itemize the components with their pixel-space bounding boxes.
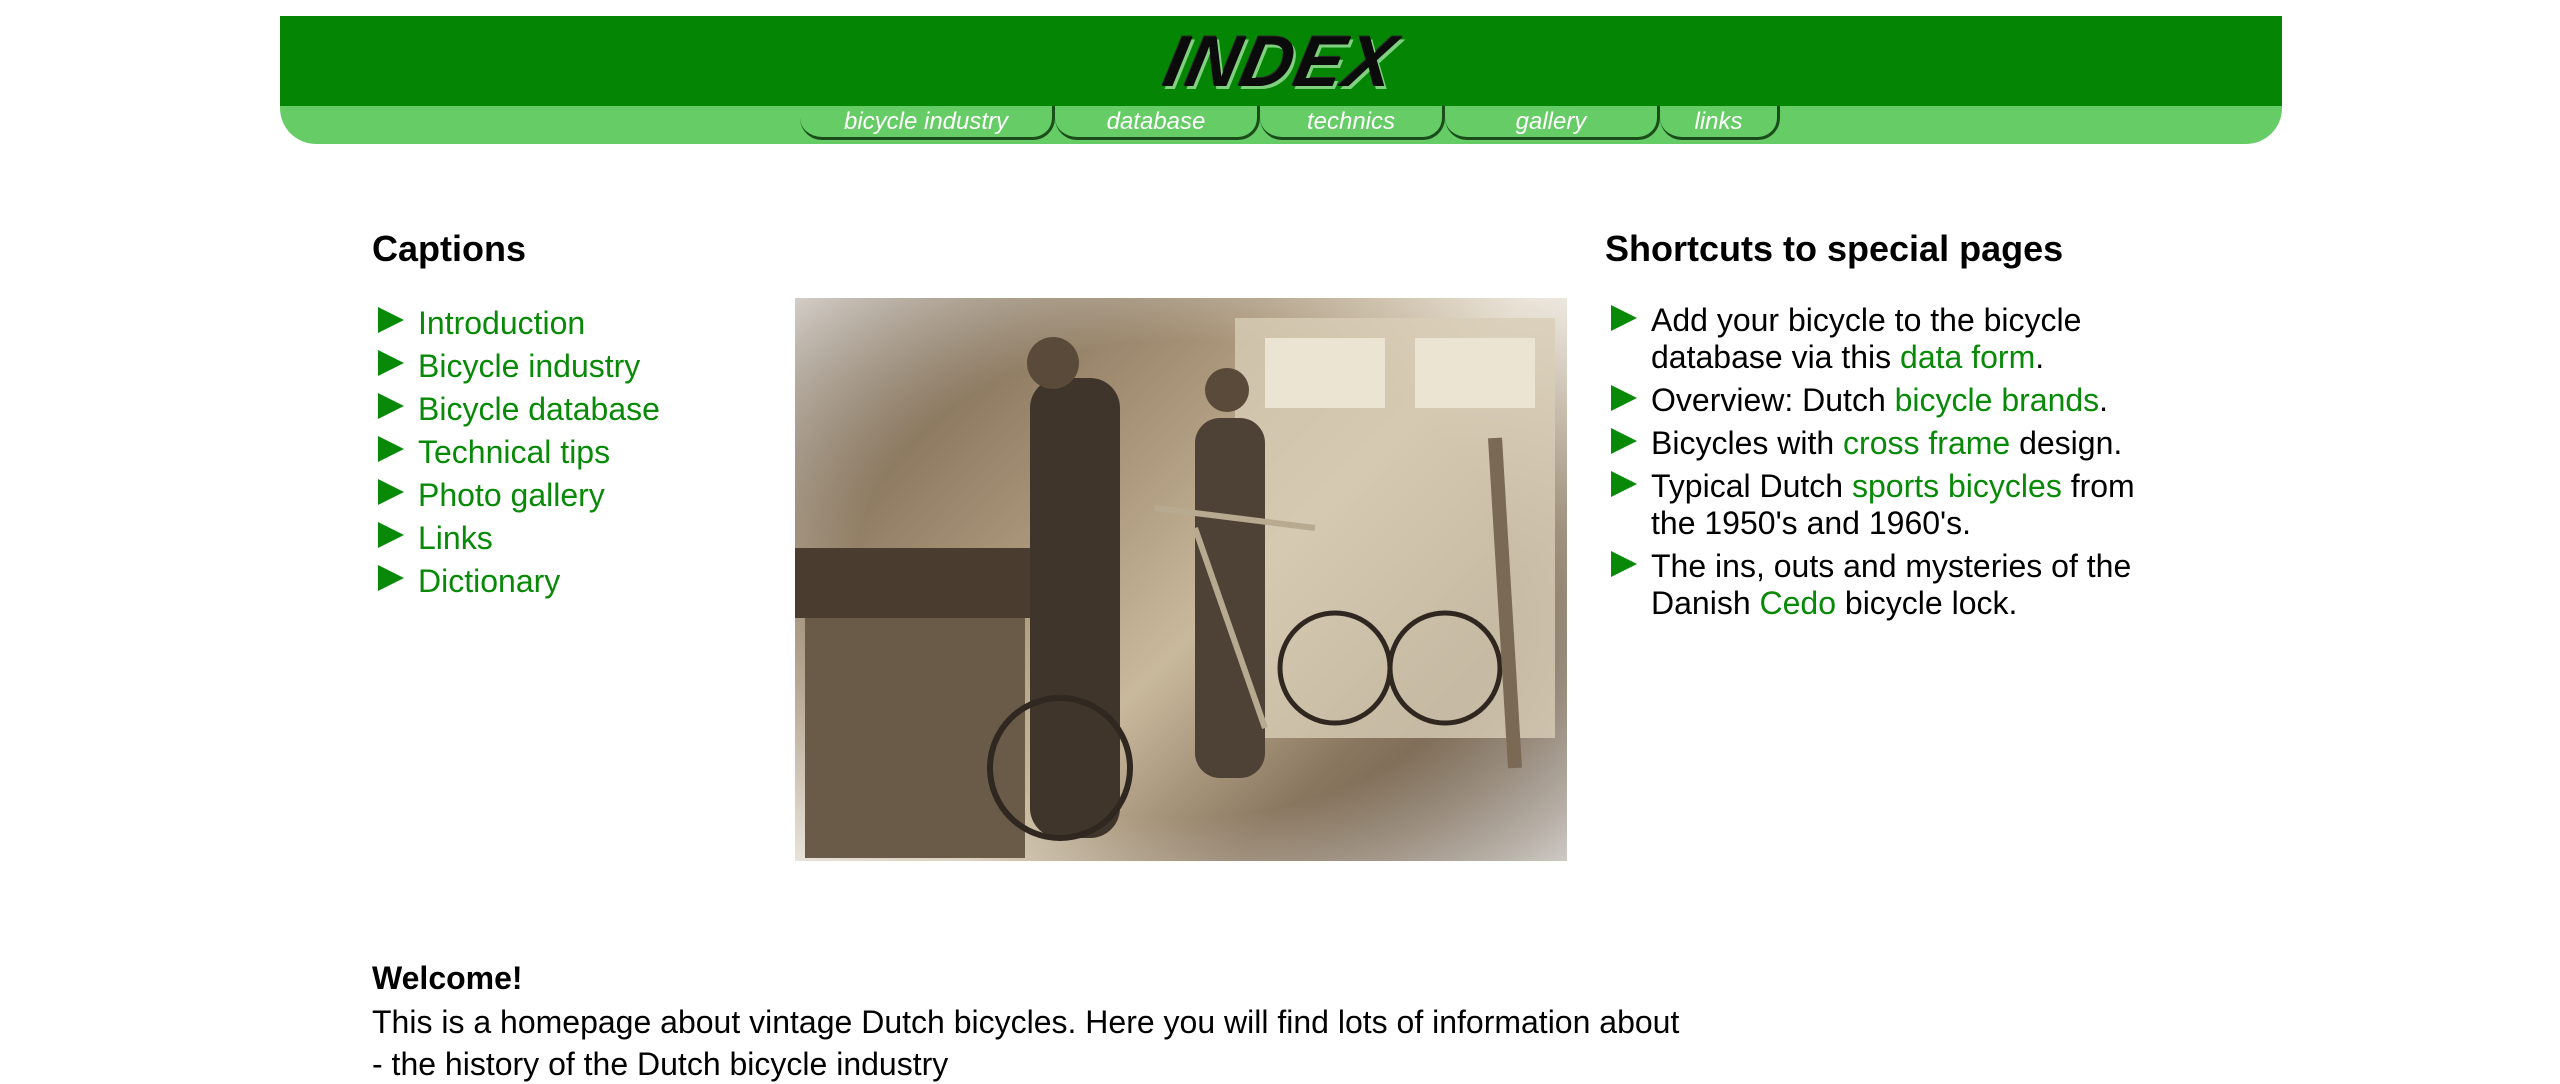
green-arrow-icon (378, 349, 404, 376)
nav-tab-database[interactable]: database (1055, 106, 1260, 140)
shortcut-item: Typical Dutch sports bicycles from the 1… (1605, 468, 2165, 542)
caption-item: Photo gallery (372, 474, 660, 517)
shortcut-text-before: Bicycles with (1651, 425, 1844, 461)
cedo-link[interactable]: Cedo (1760, 585, 1837, 621)
caption-link-bicycle-database[interactable]: Bicycle database (418, 391, 660, 428)
welcome-heading: Welcome! (372, 960, 523, 996)
shortcuts-list: Add your bicycle to the bicycle database… (1605, 302, 2165, 628)
caption-item: Technical tips (372, 431, 660, 474)
captions-list: Introduction Bicycle industry Bicycle da… (372, 302, 660, 603)
green-arrow-icon (1611, 305, 1637, 331)
caption-item: Bicycle industry (372, 345, 660, 388)
sports-bicycles-link[interactable]: sports bicycles (1852, 468, 2062, 504)
caption-item: Dictionary (372, 560, 660, 603)
shortcut-text-after: . (2035, 339, 2045, 375)
caption-item: Bicycle database (372, 388, 660, 431)
caption-link-technical-tips[interactable]: Technical tips (418, 434, 610, 471)
caption-link-dictionary[interactable]: Dictionary (418, 563, 560, 600)
shortcut-text: Bicycles with cross frame design. (1651, 425, 2122, 462)
green-arrow-icon (1611, 551, 1637, 577)
green-arrow-icon (378, 306, 404, 333)
shortcut-text-after: design. (2010, 425, 2123, 461)
green-arrow-icon (378, 392, 404, 419)
caption-item: Links (372, 517, 660, 560)
welcome-paragraph: This is a homepage about vintage Dutch b… (372, 1004, 1680, 1040)
green-arrow-icon (378, 521, 404, 548)
shortcut-item: Overview: Dutch bicycle brands. (1605, 382, 2165, 419)
cross-frame-link[interactable]: cross frame (1843, 425, 2010, 461)
green-arrow-icon (1611, 471, 1637, 497)
data-form-link[interactable]: data form (1900, 339, 2035, 375)
caption-link-photo-gallery[interactable]: Photo gallery (418, 477, 605, 514)
green-arrow-icon (1611, 385, 1637, 411)
shortcut-item: Bicycles with cross frame design. (1605, 425, 2165, 462)
welcome-list-item: - the history of the Dutch bicycle indus… (372, 1046, 949, 1082)
index-logo[interactable]: INDEX (1157, 22, 1404, 102)
shortcut-text-after: bicycle lock. (1836, 585, 2018, 621)
shortcut-text: Typical Dutch sports bicycles from the 1… (1651, 468, 2165, 542)
workshop-photo-illustration (795, 318, 1555, 858)
caption-link-links[interactable]: Links (418, 520, 493, 557)
workshop-photo (795, 298, 1567, 861)
captions-heading: Captions (372, 228, 527, 269)
nav-tab-technics[interactable]: technics (1260, 106, 1445, 140)
site-banner: INDEX bicycle industry database technics… (280, 16, 2282, 144)
green-arrow-icon (378, 435, 404, 462)
nav-tab-gallery[interactable]: gallery (1445, 106, 1660, 140)
caption-link-introduction[interactable]: Introduction (418, 305, 585, 342)
shortcut-text: Overview: Dutch bicycle brands. (1651, 382, 2108, 419)
nav-tab-bicycle-industry[interactable]: bicycle industry (800, 106, 1055, 140)
shortcut-text-after: . (2099, 382, 2109, 418)
green-arrow-icon (378, 564, 404, 591)
caption-item: Introduction (372, 302, 660, 345)
green-arrow-icon (1611, 428, 1637, 454)
shortcut-item: The ins, outs and mysteries of the Danis… (1605, 548, 2165, 622)
bicycle-brands-link[interactable]: bicycle brands (1895, 382, 2100, 418)
main-nav: bicycle industry database technics galle… (800, 106, 1780, 144)
shortcut-text: The ins, outs and mysteries of the Danis… (1651, 548, 2165, 622)
caption-link-bicycle-industry[interactable]: Bicycle industry (418, 348, 640, 385)
green-arrow-icon (378, 478, 404, 505)
shortcut-text-before: Overview: Dutch (1651, 382, 1895, 418)
shortcut-text-before: Typical Dutch (1651, 468, 1852, 504)
shortcuts-heading: Shortcuts to special pages (1605, 228, 2064, 269)
shortcut-text: Add your bicycle to the bicycle database… (1651, 302, 2165, 376)
shortcut-item: Add your bicycle to the bicycle database… (1605, 302, 2165, 376)
nav-tab-links[interactable]: links (1660, 106, 1780, 140)
